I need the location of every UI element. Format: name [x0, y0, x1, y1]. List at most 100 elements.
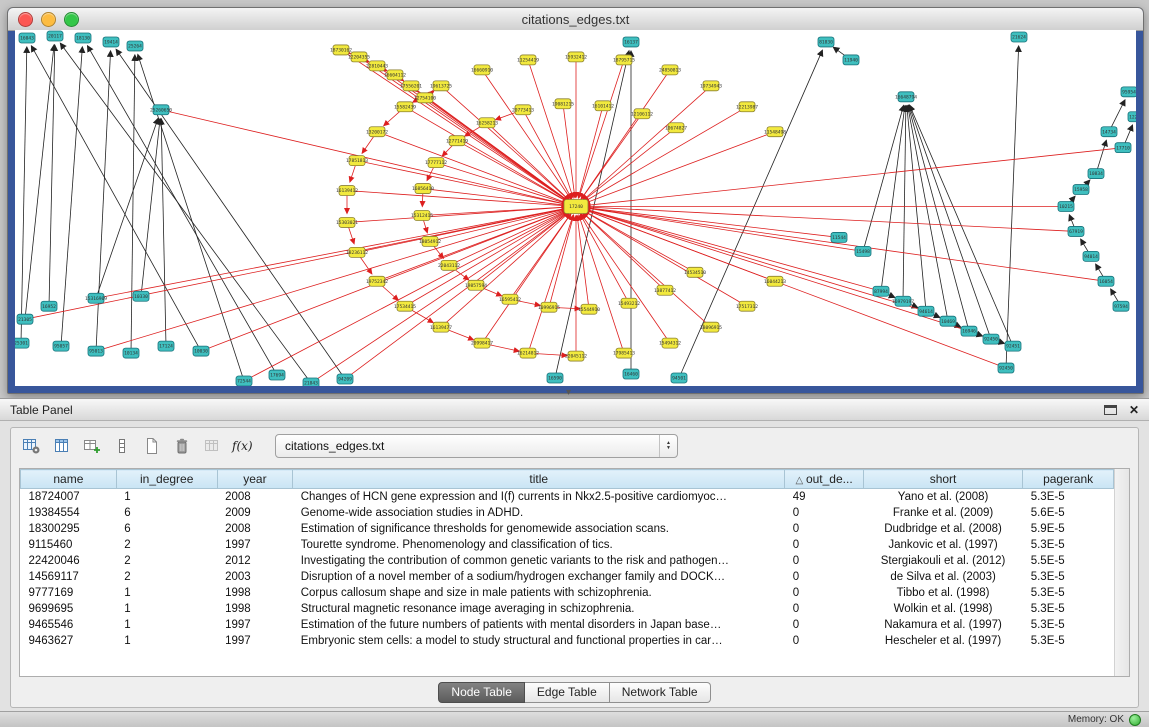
- column-header-out_de[interactable]: △ out_de...: [785, 470, 864, 489]
- graph-node[interactable]: 18795715: [613, 55, 635, 65]
- graph-node[interactable]: 10030: [193, 346, 209, 356]
- vertical-scrollbar[interactable]: [1114, 469, 1129, 676]
- window-minimize-button[interactable]: [41, 12, 56, 27]
- graph-node[interactable]: 92450: [998, 363, 1014, 373]
- graph-node[interactable]: 95057: [53, 341, 69, 351]
- graph-node[interactable]: 17777112: [425, 158, 447, 168]
- table-selector-combobox[interactable]: citations_edges.txt ▲▼: [275, 434, 678, 458]
- column-header-name[interactable]: name: [21, 470, 117, 489]
- splitter-handle[interactable]: ▾: [566, 388, 571, 398]
- table-row[interactable]: 977716911998Corpus callosum shape and si…: [21, 585, 1114, 601]
- column-header-short[interactable]: short: [863, 470, 1022, 489]
- graph-node[interactable]: 18130: [75, 33, 91, 43]
- graph-node[interactable]: 15958: [1073, 185, 1089, 195]
- graph-node[interactable]: 12274: [1128, 112, 1136, 122]
- graph-node[interactable]: 10996915: [538, 302, 560, 312]
- graph-node[interactable]: 16258213: [476, 118, 498, 128]
- graph-svg[interactable]: 1873016212204355228104431660411217556201…: [15, 30, 1136, 386]
- graph-node[interactable]: 14534510: [684, 267, 706, 277]
- create-column-icon[interactable]: [79, 433, 105, 459]
- graph-node[interactable]: 97594: [1113, 301, 1129, 311]
- graph-node[interactable]: 87994: [873, 286, 889, 296]
- graph-node[interactable]: 15493212: [618, 298, 640, 308]
- graph-node[interactable]: 16139477: [430, 322, 452, 332]
- graph-node[interactable]: 92450: [983, 334, 999, 344]
- graph-node[interactable]: 11940: [843, 55, 859, 65]
- graph-node[interactable]: 94614: [918, 306, 934, 316]
- graph-node[interactable]: 24850813: [659, 65, 681, 75]
- graph-node[interactable]: 25260650: [150, 105, 172, 115]
- graph-node[interactable]: 11548498: [764, 127, 786, 137]
- graph-node[interactable]: 95013: [88, 346, 104, 356]
- graph-node[interactable]: 20773413: [512, 105, 534, 115]
- graph-node[interactable]: 67919: [1068, 226, 1084, 236]
- table-row[interactable]: 911546021997Tourette syndrome. Phenomeno…: [21, 537, 1114, 553]
- delete-table-icon[interactable]: [169, 433, 195, 459]
- graph-node[interactable]: 12213987: [736, 102, 758, 112]
- graph-node[interactable]: 16043: [19, 33, 35, 43]
- table-row[interactable]: 1938455462009Genome-wide association stu…: [21, 505, 1114, 521]
- table-row[interactable]: 1872400712008Changes of HCN gene express…: [21, 489, 1114, 506]
- graph-node[interactable]: 16604112: [384, 70, 406, 80]
- graph-node[interactable]: 20998417: [471, 338, 493, 348]
- graph-node[interactable]: 16590: [547, 373, 563, 383]
- graph-node[interactable]: 19613725: [430, 81, 452, 91]
- graph-node[interactable]: 18054912: [419, 236, 441, 246]
- graph-node[interactable]: 15303021: [336, 217, 358, 227]
- graph-node[interactable]: 10215: [1058, 202, 1074, 212]
- graph-node[interactable]: 15494312: [659, 338, 681, 348]
- show-columns-icon[interactable]: [49, 433, 75, 459]
- graph-node[interactable]: 12754100: [414, 93, 436, 103]
- graph-node[interactable]: 18730162: [330, 45, 352, 55]
- column-header-year[interactable]: year: [217, 470, 293, 489]
- graph-node[interactable]: 14734: [1101, 127, 1117, 137]
- graph-node[interactable]: 12106112: [631, 109, 653, 119]
- network-canvas[interactable]: 1873016212204355228104431660411217556201…: [15, 30, 1136, 386]
- graph-node[interactable]: 11544: [831, 232, 847, 242]
- graph-node[interactable]: 17556201: [400, 81, 422, 91]
- graph-node[interactable]: 20117: [47, 31, 63, 41]
- graph-node[interactable]: 15316909: [85, 293, 107, 303]
- table-mode-icon[interactable]: [19, 433, 45, 459]
- graph-node[interactable]: 17985413: [613, 348, 635, 358]
- graph-node[interactable]: 19752342: [366, 276, 388, 286]
- column-header-pagerank[interactable]: pagerank: [1023, 470, 1114, 489]
- column-header-in_degree[interactable]: in_degree: [116, 470, 217, 489]
- delete-column-icon[interactable]: [109, 433, 135, 459]
- graph-node[interactable]: 22810443: [366, 61, 388, 71]
- graph-node[interactable]: 16648794: [895, 92, 917, 102]
- graph-node[interactable]: 94209: [337, 374, 353, 384]
- graph-node[interactable]: 18096915: [700, 322, 722, 332]
- graph-node[interactable]: 19734943: [700, 81, 722, 91]
- graph-node[interactable]: 16044213: [764, 276, 786, 286]
- graph-node[interactable]: 22043112: [438, 260, 460, 270]
- float-panel-icon[interactable]: [1104, 405, 1117, 415]
- window-titlebar[interactable]: citations_edges.txt: [8, 8, 1143, 31]
- graph-node[interactable]: 16460: [623, 369, 639, 379]
- graph-node[interactable]: 16856410: [412, 184, 434, 194]
- graph-node[interactable]: 16214812: [517, 348, 539, 358]
- window-close-button[interactable]: [18, 12, 33, 27]
- graph-node[interactable]: 17710: [1115, 143, 1131, 153]
- graph-node[interactable]: 16979197: [892, 296, 914, 306]
- graph-node[interactable]: 15498: [855, 246, 871, 256]
- graph-node[interactable]: 16101412: [592, 101, 614, 111]
- graph-node[interactable]: 10674827: [665, 123, 687, 133]
- graph-node[interactable]: 10330: [133, 291, 149, 301]
- graph-node[interactable]: 10134: [123, 348, 139, 358]
- graph-node[interactable]: 21305: [17, 314, 33, 324]
- graph-node[interactable]: 13877412: [654, 285, 676, 295]
- graph-node[interactable]: 17240: [564, 200, 588, 214]
- table-row[interactable]: 946362711997Embryonic stem cells: a mode…: [21, 633, 1114, 649]
- tab-edge-table[interactable]: Edge Table: [525, 682, 610, 703]
- function-builder-icon[interactable]: f(x): [229, 433, 255, 459]
- table-row[interactable]: 2242004622012Investigating the contribut…: [21, 553, 1114, 569]
- graph-node[interactable]: 19414: [103, 37, 119, 47]
- graph-node[interactable]: 16946: [961, 326, 977, 336]
- graph-node[interactable]: 95954: [1121, 87, 1136, 97]
- close-panel-icon[interactable]: ✕: [1129, 403, 1139, 417]
- tab-network-table[interactable]: Network Table: [610, 682, 711, 703]
- graph-node[interactable]: 13200172: [366, 127, 388, 137]
- import-table-icon[interactable]: [199, 433, 225, 459]
- column-header-title[interactable]: title: [293, 470, 785, 489]
